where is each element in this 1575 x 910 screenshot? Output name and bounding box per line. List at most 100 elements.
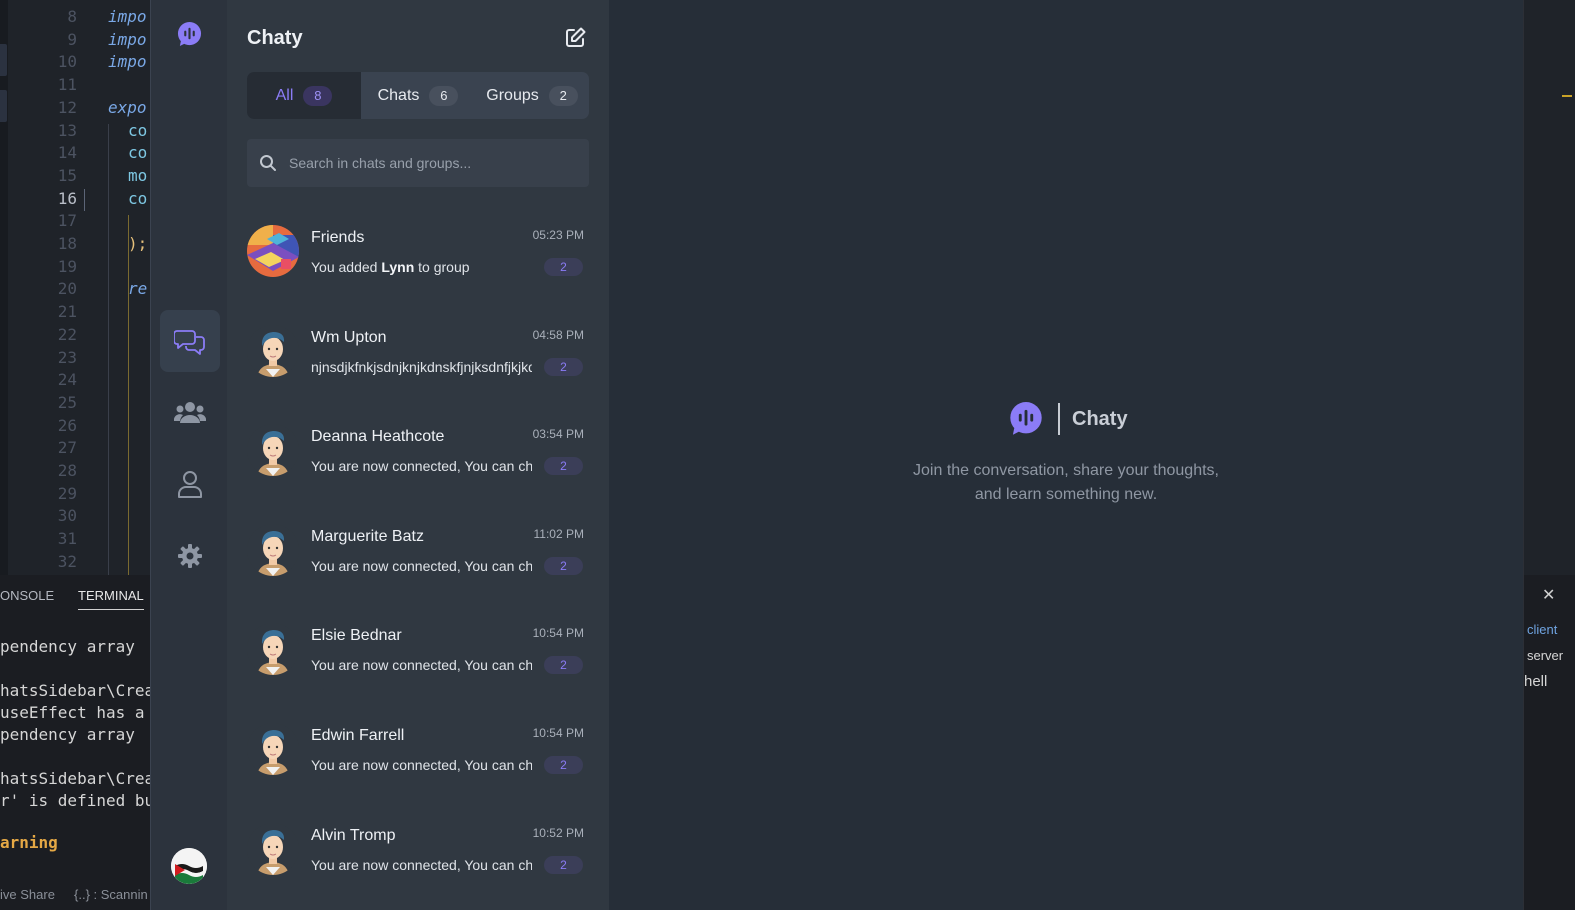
code-line: 12 expo (0, 96, 150, 119)
terminal-server[interactable]: server (1527, 648, 1563, 663)
search-input[interactable] (289, 139, 579, 187)
nav-settings-button[interactable] (160, 525, 220, 587)
line-number: 9 (67, 29, 77, 49)
code-text: re (128, 279, 148, 299)
code-line: 13 co (0, 119, 150, 142)
chat-list-item[interactable]: Edwin Farrell 10:54 PM You are now connect… (227, 700, 609, 799)
nav-chats-button[interactable] (160, 310, 220, 372)
message-mention: Lynn (381, 259, 415, 275)
line-number: 24 (57, 370, 77, 390)
terminal-line: hatsSidebar\Crea (0, 769, 150, 788)
chats-sidebar: Chaty All 8 Chats 6 Groups 2 Search in c… (227, 0, 609, 910)
chat-list-item[interactable]: Elsie Bednar 10:54 PM You are now connecte… (227, 600, 609, 699)
chat-avatar (247, 723, 299, 775)
line-number: 26 (57, 415, 77, 435)
indent-guide (108, 124, 109, 575)
line-number: 10 (57, 52, 77, 72)
status-bar: ive Share {..} : Scannin (0, 883, 150, 910)
welcome-text: Join the conversation, share your though… (889, 459, 1243, 507)
chaty-logo-icon[interactable] (177, 22, 202, 47)
welcome-divider (1058, 403, 1060, 435)
tab-chats[interactable]: Chats 6 (361, 72, 475, 119)
chat-last-message: You are now connected, You can chat now (311, 857, 532, 873)
line-number: 12 (57, 97, 77, 117)
nav-profile-button[interactable] (160, 453, 220, 515)
chat-avatar (247, 424, 299, 477)
welcome-line: Join the conversation, share your though… (913, 462, 1219, 479)
chat-filter-tabs: All 8 Chats 6 Groups 2 (247, 72, 589, 119)
line-number: 30 (57, 506, 77, 526)
status-scanning: {..} : Scannin (74, 887, 148, 902)
chat-last-message: You are now connected, You can chat now (311, 458, 532, 474)
chat-list-item[interactable]: Alvin Tromp 10:52 PM You are now connected… (227, 800, 609, 899)
chat-name: Marguerite Batz (311, 527, 424, 545)
chat-last-message: You are now connected, You can chat now (311, 558, 532, 574)
compose-icon[interactable] (563, 26, 587, 50)
code-line: 14 co (0, 141, 150, 164)
code-text: impo (108, 29, 147, 49)
search-icon (260, 155, 276, 171)
code-text: expo (108, 97, 147, 117)
chat-name: Alvin Tromp (311, 826, 396, 844)
code-text: co (128, 188, 148, 208)
terminal-shell[interactable]: hell (1524, 673, 1547, 690)
current-user-avatar[interactable] (171, 848, 207, 884)
chat-time: 10:52 PM (532, 825, 584, 840)
user-avatar-icon (247, 822, 299, 875)
main-panel: Chaty Join the conversation, share your … (609, 0, 1523, 910)
flag-avatar-icon (171, 848, 207, 884)
terminal-client[interactable]: client (1527, 622, 1557, 637)
line-number: 15 (57, 165, 77, 185)
chat-time: 03:54 PM (532, 427, 584, 442)
editor-right-edge: ✕ client server hell (1523, 0, 1575, 910)
message-text: You added (311, 259, 382, 275)
chat-list: Friends 05:23 PM You added Lynn to group 2 W… (227, 202, 609, 910)
chat-avatar (247, 225, 299, 277)
tab-terminal[interactable]: TERMINAL (78, 588, 144, 610)
line-number: 32 (57, 551, 77, 571)
user-avatar-icon (247, 424, 299, 477)
line-number: 25 (57, 392, 77, 412)
tab-label: All (275, 86, 294, 104)
line-number: 21 (57, 302, 77, 322)
tab-count: 6 (429, 85, 459, 106)
modified-line-marker (84, 189, 85, 211)
line-number: 8 (67, 7, 77, 26)
chat-list-item[interactable]: Deanna Heathcote 03:54 PM You are now conn… (227, 401, 609, 500)
code-line: 11 (0, 73, 150, 96)
tab-count: 2 (548, 85, 578, 106)
terminal-line: useEffect has a (0, 703, 145, 722)
chat-name: Wm Upton (311, 328, 387, 346)
unread-badge: 2 (544, 357, 583, 376)
chat-avatar (247, 623, 299, 676)
message-text: You are now connected, You can chat now (311, 557, 532, 574)
close-icon[interactable]: ✕ (1542, 585, 1555, 605)
indent-guide (128, 215, 129, 575)
line-number: 17 (57, 211, 77, 231)
chat-list-item[interactable]: Marguerite Batz 11:02 PM You are now conne… (227, 501, 609, 600)
chat-avatar (247, 822, 299, 875)
chat-name: Friends (311, 229, 365, 246)
status-live-share[interactable]: ive Share (0, 887, 55, 902)
unread-badge: 2 (544, 457, 583, 476)
message-text: You are now connected, You can chat now (311, 657, 532, 674)
tab-console[interactable]: ONSOLE (0, 588, 54, 603)
chat-list-item[interactable]: Wm Upton 04:58 PM njnsdjkfnkjsdnjknjkdnskf… (227, 302, 609, 401)
nav-rail (150, 0, 227, 910)
terminal-panel-background: ONSOLE TERMINAL pendency array hatsSideba… (0, 575, 150, 910)
tab-all[interactable]: All 8 (247, 72, 361, 119)
chat-time: 11:02 PM (533, 526, 584, 541)
chat-avatar (247, 324, 299, 377)
chat-last-message: You added Lynn to group (311, 259, 532, 275)
code-line: 16 co (0, 187, 150, 210)
welcome-line: and learn something new. (974, 486, 1158, 503)
user-avatar-icon (247, 723, 299, 775)
chat-last-message: njnsdjkfnkjsdnjknjkdnskfjnjksdnfjkjkdsf (311, 359, 532, 375)
user-icon (178, 471, 202, 498)
nav-groups-button[interactable] (160, 381, 220, 443)
chat-list-item[interactable]: Friends 05:23 PM You added Lynn to group 2 (227, 202, 609, 301)
unread-badge: 2 (544, 556, 583, 575)
tab-groups[interactable]: Groups 2 (475, 72, 589, 119)
chat-last-message: You are now connected, You can chat now (311, 757, 532, 773)
message-text: You are now connected, You can chat now (311, 856, 532, 873)
